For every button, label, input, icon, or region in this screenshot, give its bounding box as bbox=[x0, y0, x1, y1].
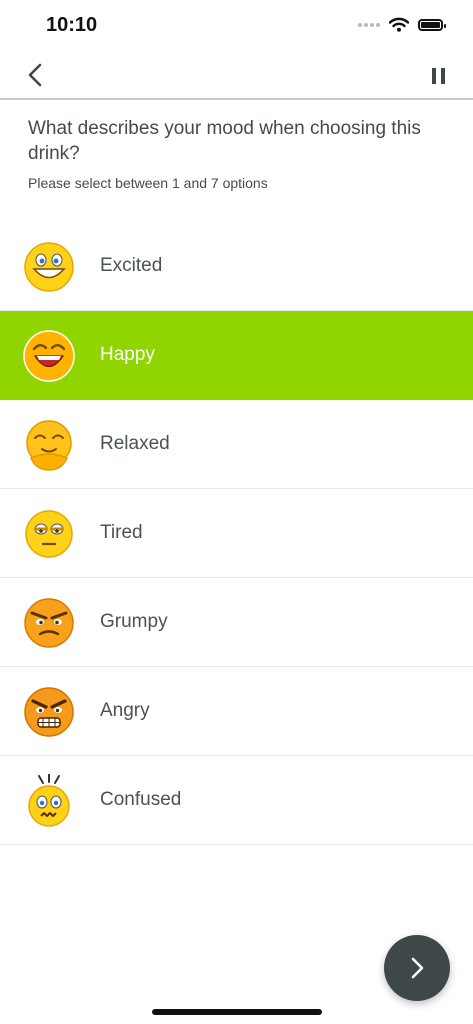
excited-emoji-icon bbox=[24, 242, 74, 292]
option-excited[interactable]: Excited bbox=[0, 222, 473, 311]
angry-emoji-icon bbox=[24, 687, 74, 737]
wifi-icon bbox=[389, 17, 409, 32]
option-confused[interactable]: Confused bbox=[0, 756, 473, 845]
mood-options-list: Excited Happy Relaxed Tired Grumpy Angry… bbox=[0, 222, 473, 845]
nav-bar bbox=[0, 52, 473, 100]
option-happy[interactable]: Happy bbox=[0, 311, 473, 400]
status-time: 10:10 bbox=[46, 14, 98, 36]
option-angry[interactable]: Angry bbox=[0, 667, 473, 756]
question-hint: Please select between 1 and 7 options bbox=[28, 175, 268, 191]
confused-emoji-icon bbox=[28, 774, 70, 827]
option-label: Excited bbox=[100, 255, 163, 276]
option-label: Grumpy bbox=[100, 611, 168, 632]
status-bar: 10:10 bbox=[0, 0, 473, 52]
option-label: Relaxed bbox=[100, 433, 170, 454]
option-tired[interactable]: Tired bbox=[0, 489, 473, 578]
option-label: Angry bbox=[100, 700, 150, 721]
cellular-signal-icon bbox=[358, 22, 380, 27]
status-icons bbox=[358, 17, 446, 32]
home-indicator[interactable] bbox=[152, 1009, 322, 1015]
option-grumpy[interactable]: Grumpy bbox=[0, 578, 473, 667]
chevron-right-icon bbox=[411, 957, 424, 979]
pause-button[interactable] bbox=[431, 67, 447, 85]
relaxed-emoji-icon bbox=[26, 420, 72, 471]
chevron-left-icon bbox=[28, 63, 42, 87]
happy-emoji-icon bbox=[23, 330, 75, 382]
option-label: Confused bbox=[100, 789, 182, 810]
option-relaxed[interactable]: Relaxed bbox=[0, 400, 473, 489]
option-label: Tired bbox=[100, 522, 143, 543]
next-button[interactable] bbox=[384, 935, 450, 1001]
grumpy-emoji-icon bbox=[24, 598, 74, 648]
battery-icon bbox=[418, 18, 446, 31]
question-title: What describes your mood when choosing t… bbox=[28, 118, 421, 164]
back-button[interactable] bbox=[22, 61, 50, 89]
option-label: Happy bbox=[100, 344, 155, 365]
tired-emoji-icon bbox=[25, 510, 73, 558]
pause-icon bbox=[432, 68, 445, 84]
